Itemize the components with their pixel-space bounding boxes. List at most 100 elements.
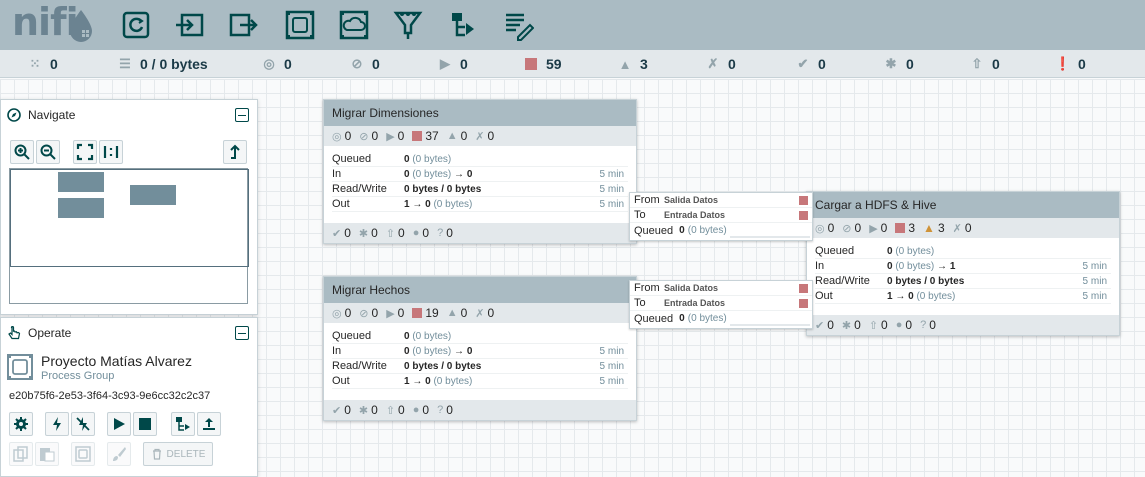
navigate-panel: Navigate bbox=[0, 99, 258, 315]
process-group-version-stats: ✔ 0 ✱ 0 ⇧ 0 ● 0 ? 0 bbox=[807, 315, 1119, 335]
transmitting-icon: ◎ bbox=[815, 222, 825, 235]
disabled-icon: ✗ bbox=[475, 307, 485, 320]
transmitting-icon: ◎ bbox=[332, 307, 342, 320]
stat-row-read-write: Read/Write 0 bytes / 0 bytes 5 min bbox=[815, 274, 1111, 289]
paste-icon bbox=[40, 448, 55, 462]
connection-from: From Salida Datos bbox=[630, 281, 812, 296]
stat-row-queued: Queued 0 (0 bytes) bbox=[815, 244, 1111, 259]
up-arrow-icon: ⇧ bbox=[385, 404, 396, 417]
running-icon: ▶ bbox=[386, 130, 395, 143]
stat-row-out: Out 1 → 0 (0 bytes) 5 min bbox=[332, 374, 628, 389]
stopped-icon bbox=[799, 210, 808, 220]
connection-to: To Entrada Datos bbox=[630, 296, 812, 311]
connection-from: From Salida Datos bbox=[630, 193, 812, 208]
stat-row-in: In 0 (0 bytes) → 05 min bbox=[332, 344, 628, 359]
queue-progress-bar bbox=[730, 236, 810, 238]
selected-group-type: Process Group bbox=[41, 370, 115, 382]
leave-group-button[interactable] bbox=[223, 140, 247, 164]
enable-button[interactable] bbox=[45, 412, 69, 436]
not-transmitting-icon: ⊘ bbox=[359, 130, 369, 143]
up-arrow-icon: ⇧ bbox=[868, 319, 879, 332]
asterisk-icon: ✱ bbox=[358, 404, 369, 417]
zoom-in-button[interactable] bbox=[10, 140, 34, 164]
zoom-out-icon bbox=[40, 144, 56, 160]
play-icon bbox=[114, 418, 125, 430]
create-template-button[interactable] bbox=[171, 412, 195, 436]
delete-button[interactable]: DELETE bbox=[143, 442, 213, 466]
gear-icon bbox=[14, 417, 28, 431]
check-icon: ✔ bbox=[815, 319, 825, 332]
navigate-title: Navigate bbox=[28, 108, 76, 122]
fit-screen-icon bbox=[76, 143, 94, 161]
process-group-stats: Queued 0 (0 bytes) In 0 (0 bytes) → 15 min… bbox=[807, 238, 1119, 304]
process-group-stats: Queued 0 (0 bytes) In 0 (0 bytes) → 05 min… bbox=[324, 323, 636, 389]
color-button[interactable] bbox=[107, 442, 131, 466]
process-group-header[interactable]: Cargar a HDFS & Hive bbox=[807, 192, 1119, 218]
process-group-box[interactable]: Migrar Dimensiones ◎ 0 ⊘ 0 ▶ 0 37 ▲ 0 ✗ 0 Que… bbox=[323, 99, 637, 244]
copy-button[interactable] bbox=[9, 442, 33, 466]
birdseye-group-box bbox=[58, 172, 104, 192]
group-button[interactable] bbox=[71, 442, 95, 466]
process-group-counts: ◎ 0 ⊘ 0 ▶ 0 3 ▲ 3 ✗ 0 bbox=[807, 218, 1119, 238]
operate-header[interactable]: Operate bbox=[1, 318, 257, 348]
question-icon: ? bbox=[920, 319, 927, 331]
process-group-counts: ◎ 0 ⊘ 0 ▶ 0 19 ▲ 0 ✗ 0 bbox=[324, 303, 636, 323]
running-icon: ▶ bbox=[386, 307, 395, 320]
stat-row-out: Out 1 → 0 (0 bytes) 5 min bbox=[332, 197, 628, 212]
paste-button[interactable] bbox=[35, 442, 59, 466]
process-group-stats: Queued 0 (0 bytes) In 0 (0 bytes) → 05 min… bbox=[324, 146, 636, 212]
question-icon: ? bbox=[437, 227, 444, 239]
fit-button[interactable] bbox=[73, 140, 97, 164]
actual-size-button[interactable] bbox=[99, 140, 123, 164]
process-group-version-stats: ✔ 0 ✱ 0 ⇧ 0 ● 0 ? 0 bbox=[324, 223, 636, 243]
process-group-header[interactable]: Migrar Hechos bbox=[324, 277, 636, 303]
process-group-name: Cargar a HDFS & Hive bbox=[815, 198, 937, 212]
delete-label: DELETE bbox=[166, 448, 206, 460]
connection-label[interactable]: From Salida Datos To Entrada Datos Queued 0… bbox=[629, 280, 813, 329]
operate-collapse-button[interactable] bbox=[235, 326, 249, 340]
stopped-icon bbox=[895, 223, 906, 233]
actual-size-icon bbox=[103, 146, 119, 158]
asterisk-icon: ✱ bbox=[841, 319, 852, 332]
check-icon: ✔ bbox=[332, 227, 342, 240]
stat-row-out: Out 1 → 0 (0 bytes) 5 min bbox=[815, 289, 1111, 304]
process-group-name: Migrar Dimensiones bbox=[332, 106, 439, 120]
birdseye-group-box bbox=[58, 198, 104, 218]
warning-icon: ▲ bbox=[446, 307, 458, 319]
birdseye-viewport[interactable] bbox=[10, 169, 249, 267]
up-arrow-icon bbox=[230, 144, 240, 159]
zoom-out-button[interactable] bbox=[36, 140, 60, 164]
navigate-collapse-button[interactable] bbox=[235, 108, 249, 122]
navigate-header[interactable]: Navigate bbox=[1, 100, 257, 130]
stat-row-in: In 0 (0 bytes) → 05 min bbox=[332, 167, 628, 182]
stat-row-read-write: Read/Write 0 bytes / 0 bytes 5 min bbox=[332, 182, 628, 197]
process-group-box[interactable]: Migrar Hechos ◎ 0 ⊘ 0 ▶ 0 19 ▲ 0 ✗ 0 Queued 0 … bbox=[323, 276, 637, 421]
copy-icon bbox=[13, 446, 28, 462]
warning-icon: ▲ bbox=[923, 221, 935, 235]
stop-button[interactable] bbox=[133, 412, 157, 436]
start-button[interactable] bbox=[107, 412, 131, 436]
alert-circle-icon: ● bbox=[895, 319, 903, 331]
selected-group-id: e20b75f6-2e53-3f64-3c93-9e6cc32c2c37 bbox=[9, 390, 211, 402]
connection-label[interactable]: From Salida Datos To Entrada Datos Queued 0… bbox=[629, 192, 813, 241]
warning-icon: ▲ bbox=[446, 130, 458, 142]
stopped-icon bbox=[412, 308, 423, 318]
not-transmitting-icon: ⊘ bbox=[842, 222, 852, 235]
disable-icon bbox=[76, 417, 90, 431]
asterisk-icon: ✱ bbox=[358, 227, 369, 240]
disable-button[interactable] bbox=[71, 412, 95, 436]
lightning-icon bbox=[53, 417, 61, 431]
compass-icon bbox=[7, 108, 21, 122]
process-group-version-stats: ✔ 0 ✱ 0 ⇧ 0 ● 0 ? 0 bbox=[324, 400, 636, 420]
stat-row-in: In 0 (0 bytes) → 15 min bbox=[815, 259, 1111, 274]
process-group-counts: ◎ 0 ⊘ 0 ▶ 0 37 ▲ 0 ✗ 0 bbox=[324, 126, 636, 146]
stop-icon bbox=[139, 418, 151, 430]
configure-button[interactable] bbox=[9, 412, 33, 436]
up-arrow-icon: ⇧ bbox=[385, 227, 396, 240]
upload-template-button[interactable] bbox=[197, 412, 221, 436]
selected-group-name: Proyecto Matías Alvarez bbox=[41, 353, 192, 369]
upload-icon bbox=[203, 418, 215, 430]
birdseye-map[interactable] bbox=[9, 168, 249, 304]
process-group-box[interactable]: Cargar a HDFS & Hive ◎ 0 ⊘ 0 ▶ 0 3 ▲ 3 ✗ 0 Qu… bbox=[806, 191, 1120, 336]
process-group-header[interactable]: Migrar Dimensiones bbox=[324, 100, 636, 126]
